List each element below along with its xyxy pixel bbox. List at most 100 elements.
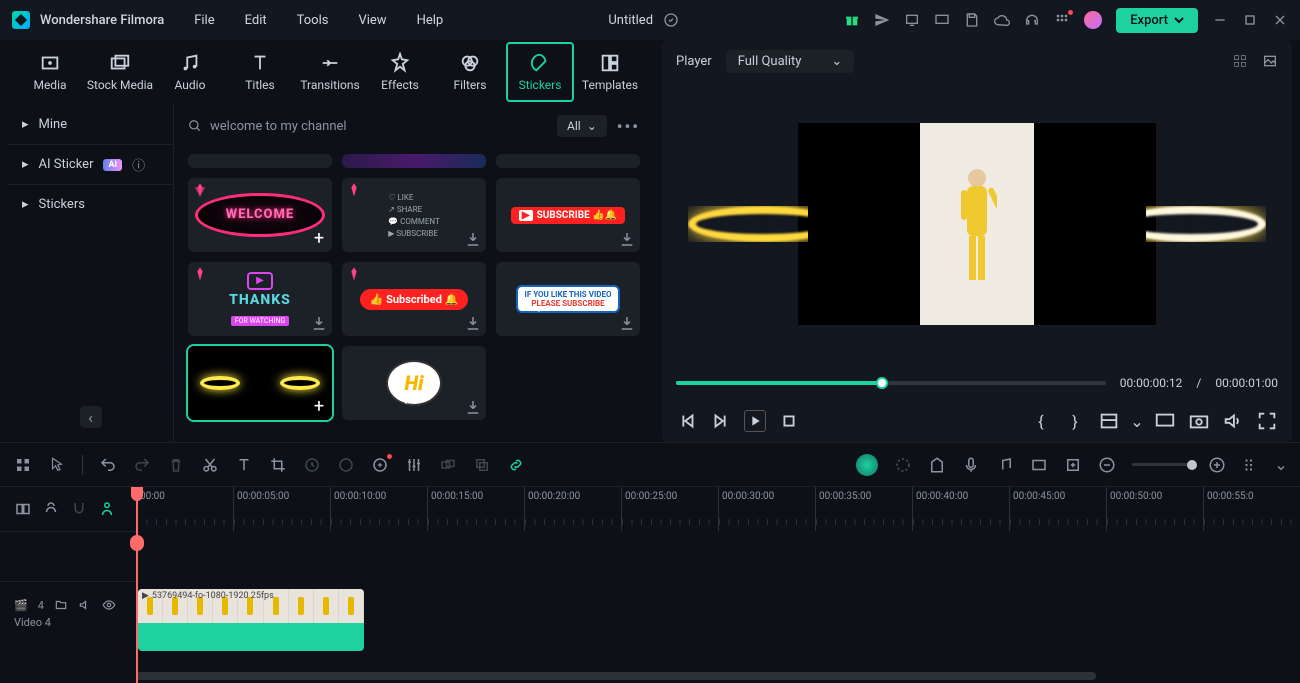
save-icon[interactable]	[964, 12, 980, 28]
play-button[interactable]	[744, 410, 766, 432]
quality-dropdown[interactable]: Full Quality⌄	[726, 50, 855, 73]
zoom-out-icon[interactable]	[1098, 456, 1116, 474]
sticker-card[interactable]	[342, 154, 486, 168]
ai-enhance-icon[interactable]	[371, 456, 389, 474]
adjust-icon[interactable]	[405, 456, 423, 474]
sidebar-item-stickers[interactable]: ▸Stickers	[8, 184, 173, 224]
mark-in-icon[interactable]: {	[1030, 410, 1052, 432]
sticker-card-subscribed[interactable]: 👍 Subscribed 🔔	[342, 262, 486, 336]
tab-stock-media[interactable]: Stock Media	[86, 42, 154, 102]
tl-view1-icon[interactable]	[14, 500, 32, 518]
sidebar-item-ai-sticker[interactable]: ▸AI StickerAIⓘ	[8, 144, 173, 184]
track-options-icon[interactable]	[1242, 456, 1260, 474]
tab-stickers[interactable]: Stickers	[506, 42, 574, 102]
visibility-icon[interactable]	[102, 598, 116, 612]
layout-dropdown[interactable]	[1098, 410, 1120, 432]
tab-audio[interactable]: Audio	[156, 42, 224, 102]
render-icon[interactable]	[894, 456, 912, 474]
close-icon[interactable]	[1272, 12, 1288, 28]
group-icon[interactable]	[439, 456, 457, 474]
prev-frame-button[interactable]	[676, 410, 698, 432]
add-icon[interactable]: +	[310, 230, 328, 248]
menu-file[interactable]: File	[194, 13, 214, 28]
tl-layout-icon[interactable]	[14, 456, 32, 474]
timeline-ruler[interactable]: 00:00 00:00:05:00 00:00:10:00 00:00:15:0…	[136, 487, 1300, 531]
undo-icon[interactable]	[99, 456, 117, 474]
filter-dropdown[interactable]: All⌄	[557, 115, 607, 137]
record-icon[interactable]	[1030, 456, 1048, 474]
tab-templates[interactable]: Templates	[576, 42, 644, 102]
chevron-down-icon[interactable]: ⌄	[1276, 456, 1286, 474]
sticker-card-please-subscribe[interactable]: IF YOU LIKE THIS VIDEOPLEASE SUBSCRIBE	[496, 262, 640, 336]
tab-effects[interactable]: Effects	[366, 42, 434, 102]
mic-icon[interactable]	[962, 456, 980, 474]
maximize-icon[interactable]	[1242, 12, 1258, 28]
menu-edit[interactable]: Edit	[245, 13, 267, 28]
sidebar-item-mine[interactable]: ▸Mine	[8, 104, 173, 144]
add-icon[interactable]: +	[310, 398, 328, 416]
chevron-down-icon[interactable]: ⌄	[1132, 410, 1142, 432]
folder-icon[interactable]	[54, 598, 68, 612]
track-header[interactable]: 🎬4 Video 4	[0, 581, 136, 645]
next-frame-button[interactable]	[710, 410, 732, 432]
sticker-card[interactable]	[496, 154, 640, 168]
download-icon[interactable]	[464, 230, 482, 248]
download-icon[interactable]	[310, 314, 328, 332]
sticker-card-thanks[interactable]: ▶THANKSFOR WATCHING	[188, 262, 332, 336]
duplicate-icon[interactable]	[473, 456, 491, 474]
sticker-card-social[interactable]: ♡ LIKE ↗ SHARE 💬 COMMENT ▶ SUBSCRIBE	[342, 178, 486, 252]
preview-canvas[interactable]	[662, 82, 1292, 366]
export-button[interactable]: Export	[1116, 8, 1198, 33]
headphones-icon[interactable]	[1024, 12, 1040, 28]
mute-icon[interactable]	[78, 598, 92, 612]
apps-icon[interactable]	[1054, 12, 1070, 28]
display-icon[interactable]	[1154, 410, 1176, 432]
zoom-slider[interactable]	[1132, 463, 1192, 466]
redo-icon[interactable]	[133, 456, 151, 474]
ai-assistant-icon[interactable]	[856, 454, 878, 476]
playhead[interactable]	[136, 487, 138, 683]
tl-magnet-icon[interactable]	[70, 500, 88, 518]
sticker-card[interactable]	[188, 154, 332, 168]
tl-view2-icon[interactable]	[42, 500, 60, 518]
mark-out-icon[interactable]: }	[1064, 410, 1086, 432]
send-icon[interactable]	[874, 12, 890, 28]
grid-view-icon[interactable]	[1232, 53, 1248, 69]
audio-mix-icon[interactable]	[996, 456, 1014, 474]
download-icon[interactable]	[618, 314, 636, 332]
color-icon[interactable]	[337, 456, 355, 474]
text-icon[interactable]	[235, 456, 253, 474]
search-input[interactable]: welcome to my channel	[188, 119, 547, 134]
sticker-card-welcome[interactable]: WELCOME +	[188, 178, 332, 252]
link-icon[interactable]	[507, 456, 525, 474]
crop-icon[interactable]	[269, 456, 287, 474]
delete-icon[interactable]	[167, 456, 185, 474]
minimize-icon[interactable]	[1212, 12, 1228, 28]
cut-icon[interactable]	[201, 456, 219, 474]
timeline-tracks[interactable]: ▶53769494-fo-1080-1920 25fps	[136, 531, 1300, 682]
tab-transitions[interactable]: Transitions	[296, 42, 364, 102]
scrub-bar[interactable]	[676, 381, 1106, 385]
tab-media[interactable]: Media	[16, 42, 84, 102]
screen-icon[interactable]	[934, 12, 950, 28]
download-icon[interactable]	[618, 230, 636, 248]
horizontal-scrollbar[interactable]	[136, 672, 1300, 680]
download-icon[interactable]	[464, 314, 482, 332]
tl-auto-icon[interactable]	[98, 500, 116, 518]
zoom-in-icon[interactable]	[1208, 456, 1226, 474]
keyframe-icon[interactable]	[1064, 456, 1082, 474]
speed-icon[interactable]	[303, 456, 321, 474]
download-icon[interactable]	[464, 398, 482, 416]
volume-icon[interactable]	[1222, 410, 1244, 432]
fullscreen-icon[interactable]	[1256, 410, 1278, 432]
sticker-card-subscribe[interactable]: ▶SUBSCRIBE 👍🔔	[496, 178, 640, 252]
marker-icon[interactable]	[928, 456, 946, 474]
cloud-icon[interactable]	[994, 12, 1010, 28]
cursor-icon[interactable]	[48, 456, 66, 474]
gift-icon[interactable]	[844, 12, 860, 28]
sticker-card-halo[interactable]: +	[188, 346, 332, 420]
tab-titles[interactable]: Titles	[226, 42, 294, 102]
image-view-icon[interactable]	[1262, 53, 1278, 69]
stop-button[interactable]	[778, 410, 800, 432]
snapshot-icon[interactable]	[1188, 410, 1210, 432]
